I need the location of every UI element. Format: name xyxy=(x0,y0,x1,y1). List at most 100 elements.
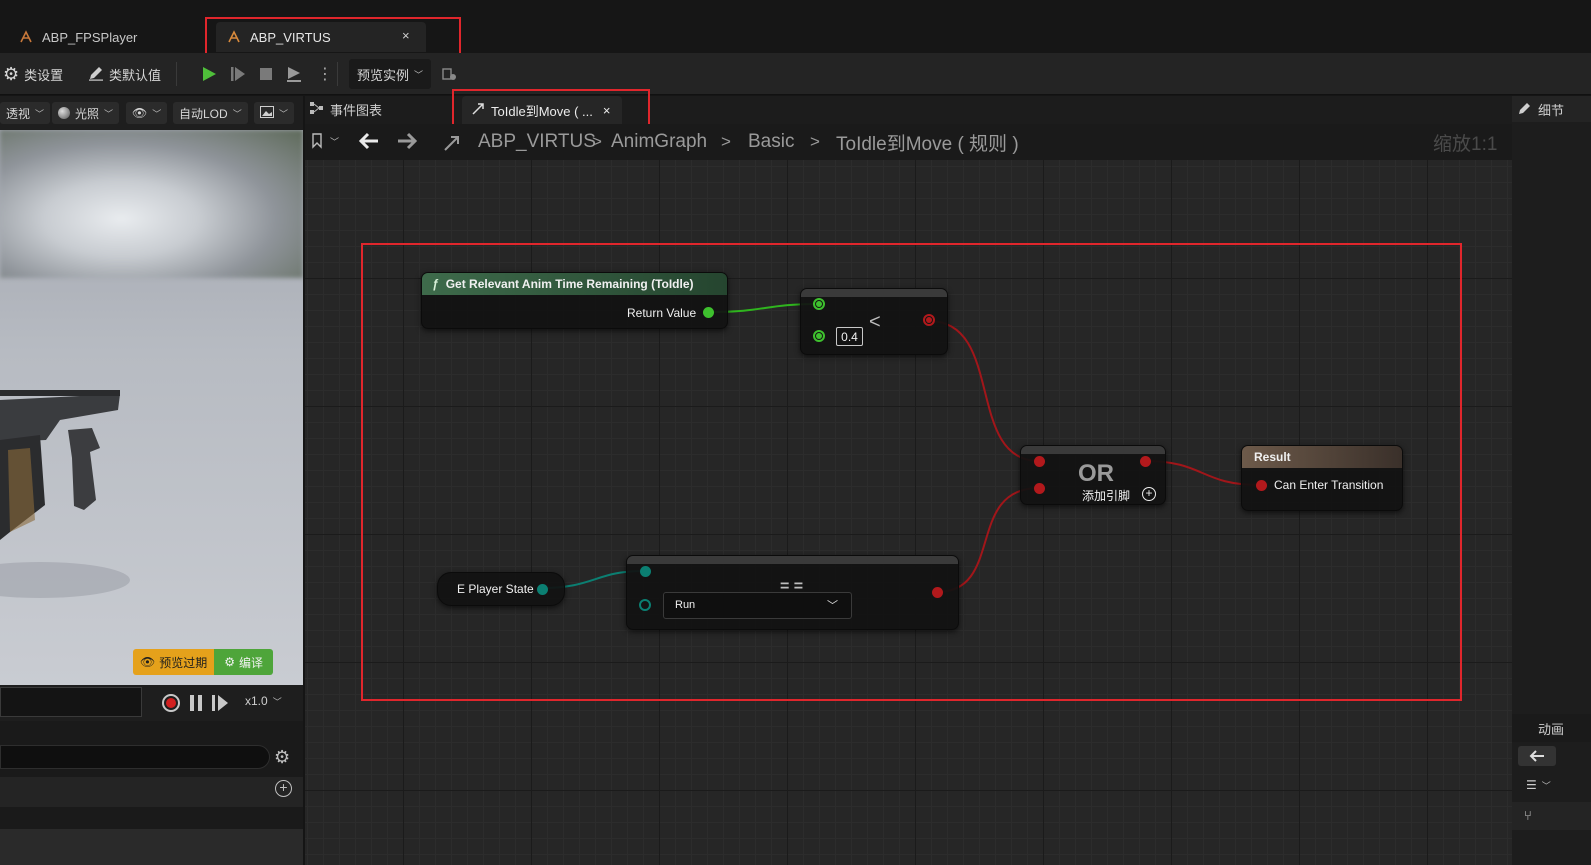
background-photo xyxy=(0,130,303,278)
breadcrumb-separator: > xyxy=(721,132,731,151)
more-options-icon[interactable]: ⋮ xyxy=(317,53,333,95)
list-header: ⑂ xyxy=(1512,802,1591,830)
node-title: Get Relevant Anim Time Remaining (ToIdle… xyxy=(445,277,694,291)
gear-icon: ⚙ xyxy=(3,63,20,84)
possess-icon xyxy=(287,67,301,82)
class-settings-button[interactable]: ⚙ 类设置 xyxy=(3,53,63,95)
list-row[interactable] xyxy=(0,829,303,865)
or-node[interactable]: OR 添加引脚 + xyxy=(1020,445,1166,505)
eject-button[interactable] xyxy=(285,53,303,95)
preview-outdated-badge[interactable]: 👁 预览过期 xyxy=(133,649,215,675)
show-dropdown[interactable]: 👁 ﹀ xyxy=(126,102,168,124)
lighting-label: 光照 xyxy=(75,106,100,121)
pause-icon xyxy=(190,695,202,711)
graph-header: ﹀ ABP_VIRTUS > AnimGraph > Basic > ToIdl… xyxy=(305,124,1512,160)
stop-button[interactable] xyxy=(257,53,275,95)
settings-gear-icon[interactable]: ⚙ xyxy=(274,747,290,768)
node-header: ƒ Get Relevant Anim Time Remaining (ToId… xyxy=(422,273,727,295)
lighting-dropdown[interactable]: 光照 ﹀ xyxy=(52,102,120,124)
step-button[interactable] xyxy=(229,53,247,95)
bool-output-pin[interactable] xyxy=(923,314,935,326)
chevron-down-icon: ﹀ xyxy=(414,69,424,80)
tab-event-graph[interactable]: 事件图表 xyxy=(310,100,382,119)
class-defaults-button[interactable]: 类默认值 xyxy=(88,53,161,95)
get-anim-time-remaining-node[interactable]: ƒ Get Relevant Anim Time Remaining (ToId… xyxy=(421,272,728,329)
float-value-input[interactable]: 0.4 xyxy=(836,327,863,346)
anim-panel-tab[interactable]: 动画 xyxy=(1512,714,1591,742)
weapon-mesh xyxy=(0,390,130,598)
forward-button[interactable] xyxy=(396,131,418,156)
preview-instance-label: 预览实例 xyxy=(357,67,410,83)
perspective-dropdown[interactable]: 透视 ﹀ xyxy=(0,102,51,124)
step-forward-icon xyxy=(212,695,228,711)
event-graph-label: 事件图表 xyxy=(330,103,383,118)
unreal-editor-window: ABP_FPSPlayer ABP_VIRTUS × ⚙ 类设置 类默认值 ⋮ … xyxy=(0,0,1591,865)
add-icon[interactable]: + xyxy=(275,780,292,797)
chevron-down-icon: ﹀ xyxy=(104,108,114,119)
play-button[interactable] xyxy=(200,53,218,95)
filter-icon: ☰ xyxy=(1526,778,1537,792)
debug-filter-button[interactable] xyxy=(441,53,457,95)
rule-tab-label: ToIdle到Move ( ... xyxy=(491,103,593,119)
close-icon[interactable]: × xyxy=(402,28,410,43)
variable-label: E Player State xyxy=(457,582,534,596)
bool-output-pin[interactable] xyxy=(932,587,943,598)
blueprint-graph-canvas[interactable]: ƒ Get Relevant Anim Time Remaining (ToId… xyxy=(305,160,1512,865)
timeline-scrubber[interactable] xyxy=(0,687,142,717)
float-input-pin-b[interactable] xyxy=(813,330,825,342)
record-button[interactable] xyxy=(162,694,180,712)
class-settings-label: 类设置 xyxy=(24,67,64,83)
node-title: Result xyxy=(1254,450,1291,464)
filter-dropdown[interactable]: ☰ ﹀ xyxy=(1526,778,1551,792)
step-forward-button[interactable] xyxy=(211,694,229,712)
pause-button[interactable] xyxy=(189,694,203,712)
enum-input-pin-b[interactable] xyxy=(639,599,651,611)
equal-enum-node[interactable]: = = Run ﹀ xyxy=(626,555,959,630)
bool-input-pin-b[interactable] xyxy=(1034,483,1045,494)
float-input-pin-a[interactable] xyxy=(813,298,825,310)
compile-badge-button[interactable]: ⚙ 编译 xyxy=(214,649,274,675)
preview-viewport[interactable] xyxy=(0,130,303,685)
lod-dropdown[interactable]: 自动LOD ﹀ xyxy=(173,102,248,124)
player-state-variable-node[interactable]: E Player State xyxy=(437,572,565,606)
close-icon[interactable]: × xyxy=(603,103,611,118)
bookmark-dropdown[interactable]: ﹀ xyxy=(311,133,339,149)
breadcrumb-item[interactable]: AnimGraph xyxy=(611,124,707,160)
breadcrumb-item-current: ToIdle到Move ( 规则 ) xyxy=(836,133,1019,155)
tab-rule-graph[interactable]: ToIdle到Move ( ... × xyxy=(462,96,622,124)
class-defaults-label: 类默认值 xyxy=(109,67,162,83)
less-than-node[interactable]: 0.4 < xyxy=(800,288,948,355)
back-button[interactable] xyxy=(358,131,380,156)
breadcrumb-item[interactable]: ABP_VIRTUS xyxy=(478,124,596,160)
arrow-left-icon xyxy=(358,132,378,150)
search-input[interactable] xyxy=(0,745,270,769)
preview-instance-dropdown[interactable]: 预览实例 ﹀ xyxy=(349,59,432,89)
playback-controls: x1.0 ﹀ xyxy=(0,685,303,721)
screen-options-dropdown[interactable]: ﹀ xyxy=(254,102,295,124)
enum-value-dropdown[interactable]: Run ﹀ xyxy=(663,592,852,619)
details-tab[interactable]: 细节 xyxy=(1512,96,1591,122)
breadcrumb-item[interactable]: Basic xyxy=(748,124,794,160)
preview-outdated-label: 预览过期 xyxy=(159,655,208,670)
lod-label: 自动LOD xyxy=(179,106,228,121)
debug-object-icon xyxy=(442,68,456,80)
bool-output-pin[interactable] xyxy=(1140,456,1151,467)
result-node[interactable]: Result Can Enter Transition xyxy=(1241,445,1403,511)
enum-input-pin-a[interactable] xyxy=(640,566,651,577)
can-enter-transition-pin[interactable] xyxy=(1256,480,1267,491)
tab-abp-fpsplayer[interactable]: ABP_FPSPlayer xyxy=(18,22,198,52)
back-button[interactable] xyxy=(1518,746,1556,766)
playback-speed-dropdown[interactable]: x1.0 ﹀ xyxy=(245,694,282,708)
details-label: 细节 xyxy=(1538,102,1565,118)
enum-output-pin[interactable] xyxy=(537,584,548,595)
bool-input-pin-a[interactable] xyxy=(1034,456,1045,467)
tab-abp-virtus[interactable]: ABP_VIRTUS × xyxy=(216,22,426,52)
arrow-left-icon xyxy=(1529,750,1544,762)
zoom-level: 缩放1:1 xyxy=(1433,133,1498,155)
chevron-down-icon: ﹀ xyxy=(1541,781,1551,791)
chevron-down-icon: ﹀ xyxy=(272,697,282,707)
return-value-pin[interactable] xyxy=(703,307,714,318)
edit-icon xyxy=(1518,101,1532,118)
add-pin-icon[interactable]: + xyxy=(1142,487,1156,501)
details-panel: 细节 动画 ☰ ﹀ ⑂ xyxy=(1512,96,1591,865)
